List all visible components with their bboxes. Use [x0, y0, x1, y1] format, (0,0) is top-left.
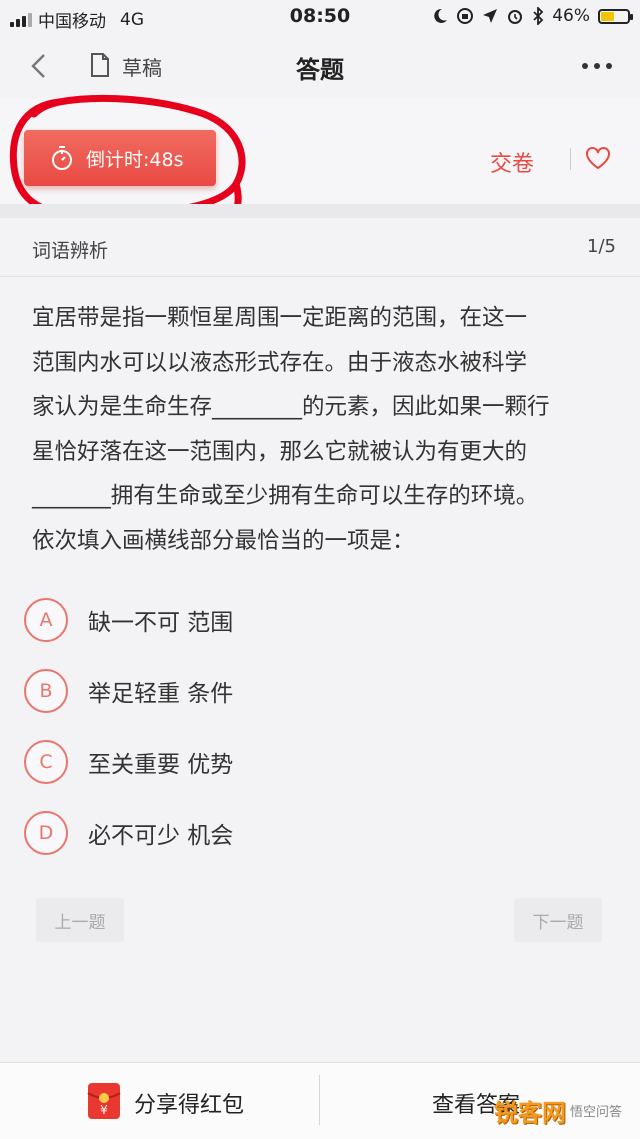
option-text: 举足轻重 条件 — [88, 681, 234, 707]
question-line: 宜居带是指一颗恒星周围一定距离的范围，在这一 — [32, 305, 528, 331]
question-line: _______拥有生命或至少拥有生命可以生存的环境。 — [32, 483, 539, 510]
submit-paper-button[interactable]: 交卷 — [490, 146, 534, 178]
red-packet-icon: ¥ — [87, 1083, 121, 1119]
share-red-packet-button[interactable]: 分享得红包 — [134, 1087, 244, 1119]
previous-question-button[interactable]: 上一题 — [36, 898, 124, 942]
question-line: 范围内水可以以液态形式存在。由于液态水被科学 — [32, 349, 528, 376]
option-text: 必不可少 机会 — [88, 823, 234, 849]
watermark-sub-text: 悟空问答 — [569, 1105, 622, 1120]
navigation-bar: 草稿 答题 — [0, 34, 640, 99]
option-letter: A — [24, 598, 68, 642]
bluetooth-icon — [533, 7, 544, 25]
countdown-timer[interactable]: 倒计时:48s — [24, 130, 216, 186]
timer-row: 倒计时:48s 交卷 — [0, 98, 640, 204]
question-line: 星恰好落在这一范围内，那么它就被认为有更大的 — [32, 438, 528, 465]
moon-icon — [434, 8, 448, 23]
question-header: 词语辨析 1/5 — [0, 218, 640, 277]
option-letter: B — [24, 669, 68, 713]
option-c[interactable]: C 至关重要 优势 — [24, 738, 584, 786]
question-text: 宜居带是指一颗恒星周围一定距离的范围，在这一 范围内水可以以液态形式存在。由于液… — [32, 296, 610, 564]
countdown-label: 倒计时:48s — [86, 148, 184, 171]
option-text: 缺一不可 范围 — [88, 610, 234, 636]
alarm-icon — [508, 10, 523, 24]
option-letter: D — [24, 811, 68, 855]
question-progress: 1/5 — [587, 236, 616, 257]
status-bar: 中国移动 4G 08:50 46% — [0, 0, 640, 34]
question-line: 家认为是生命生存________的元素，因此如果一颗行 — [32, 394, 550, 421]
divider — [570, 148, 571, 170]
question-line: 依次填入画横线部分最恰当的一项是： — [32, 527, 415, 554]
svg-text:¥: ¥ — [100, 1103, 108, 1117]
option-text: 至关重要 优势 — [88, 752, 234, 778]
stopwatch-icon — [52, 146, 72, 170]
divider — [319, 1075, 320, 1125]
favorite-heart-icon[interactable] — [585, 146, 611, 170]
section-separator — [0, 204, 640, 218]
watermark-logo-text: 锐客网 — [493, 1099, 566, 1127]
option-b[interactable]: B 举足轻重 条件 — [24, 667, 584, 715]
next-question-button[interactable]: 下一题 — [514, 898, 602, 942]
option-d[interactable]: D 必不可少 机会 — [24, 809, 584, 857]
location-icon — [483, 9, 498, 23]
page-title: 答题 — [296, 56, 344, 84]
battery-icon — [598, 8, 633, 24]
question-category: 词语辨析 — [32, 240, 109, 262]
orientation-lock-icon — [457, 8, 474, 24]
more-icon[interactable] — [582, 63, 612, 69]
watermark: 锐客网 悟空问答 — [494, 1093, 622, 1128]
option-a[interactable]: A 缺一不可 范围 — [24, 596, 584, 644]
option-letter: C — [24, 740, 68, 784]
bottom-bar: ¥ 分享得红包 查看答案 锐客网 悟空问答 — [0, 1062, 640, 1139]
battery-percent: 46% — [552, 6, 590, 26]
